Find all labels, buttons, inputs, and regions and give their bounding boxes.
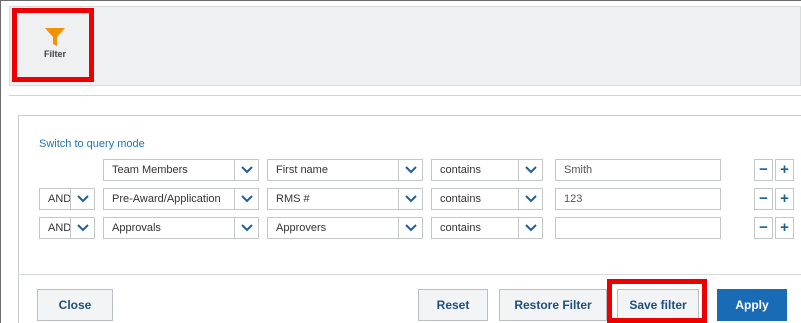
toolbar: Filter	[9, 6, 801, 86]
chevron-down-icon[interactable]	[234, 218, 258, 238]
highlight-box-save-filter	[607, 279, 707, 323]
add-row-button[interactable]: +	[775, 188, 794, 210]
restore-filter-button[interactable]: Restore Filter	[499, 289, 607, 321]
chevron-down-icon[interactable]	[518, 160, 542, 180]
chevron-down-icon[interactable]	[398, 160, 422, 180]
add-row-button[interactable]: +	[775, 217, 794, 239]
operator-value: contains	[440, 193, 481, 205]
value-input[interactable]: Smith	[555, 159, 721, 181]
category-value: Pre-Award/Application	[112, 193, 221, 205]
field-value: Approvers	[276, 222, 327, 234]
field-select[interactable]: First name	[267, 159, 423, 181]
field-select[interactable]: Approvers	[267, 217, 423, 239]
operator-select[interactable]: contains	[431, 217, 543, 239]
category-value: Approvals	[112, 222, 161, 234]
conjunction-value: AND	[48, 222, 72, 234]
conjunction-value: AND	[48, 193, 72, 205]
category-select[interactable]: Team Members	[103, 159, 259, 181]
chevron-down-icon[interactable]	[234, 189, 258, 209]
row-actions: − +	[754, 159, 796, 181]
conjunction-select[interactable]: AND	[39, 217, 95, 239]
row-actions: − +	[754, 217, 796, 239]
chevron-down-icon[interactable]	[518, 218, 542, 238]
operator-select[interactable]: contains	[431, 159, 543, 181]
row-actions: − +	[754, 188, 796, 210]
chevron-down-icon[interactable]	[70, 189, 94, 209]
chevron-down-icon[interactable]	[398, 189, 422, 209]
remove-row-button[interactable]: −	[754, 188, 773, 210]
criteria-row: Team Members First name contains Smith −…	[19, 159, 801, 181]
highlight-box-filter	[12, 8, 94, 82]
remove-row-button[interactable]: −	[754, 217, 773, 239]
chevron-down-icon[interactable]	[234, 160, 258, 180]
chevron-down-icon[interactable]	[518, 189, 542, 209]
add-row-button[interactable]: +	[775, 159, 794, 181]
criteria-row: AND Approvals Approvers contains − +	[19, 217, 801, 239]
operator-value: contains	[440, 164, 481, 176]
divider	[9, 95, 801, 96]
chevron-down-icon[interactable]	[398, 218, 422, 238]
footer-divider	[18, 274, 801, 275]
field-value: First name	[276, 164, 328, 176]
reset-button[interactable]: Reset	[418, 289, 488, 321]
conjunction-select[interactable]: AND	[39, 188, 95, 210]
value-input[interactable]: 123	[555, 188, 721, 210]
category-select[interactable]: Pre-Award/Application	[103, 188, 259, 210]
category-select[interactable]: Approvals	[103, 217, 259, 239]
remove-row-button[interactable]: −	[754, 159, 773, 181]
field-value: RMS #	[276, 193, 310, 205]
criteria-row: AND Pre-Award/Application RMS # contains…	[19, 188, 801, 210]
value-input[interactable]	[555, 217, 721, 239]
switch-to-query-mode-link[interactable]: Switch to query mode	[39, 138, 145, 150]
apply-button[interactable]: Apply	[717, 289, 787, 321]
field-select[interactable]: RMS #	[267, 188, 423, 210]
operator-value: contains	[440, 222, 481, 234]
operator-select[interactable]: contains	[431, 188, 543, 210]
chevron-down-icon[interactable]	[70, 218, 94, 238]
close-button[interactable]: Close	[37, 289, 113, 321]
category-value: Team Members	[112, 164, 188, 176]
